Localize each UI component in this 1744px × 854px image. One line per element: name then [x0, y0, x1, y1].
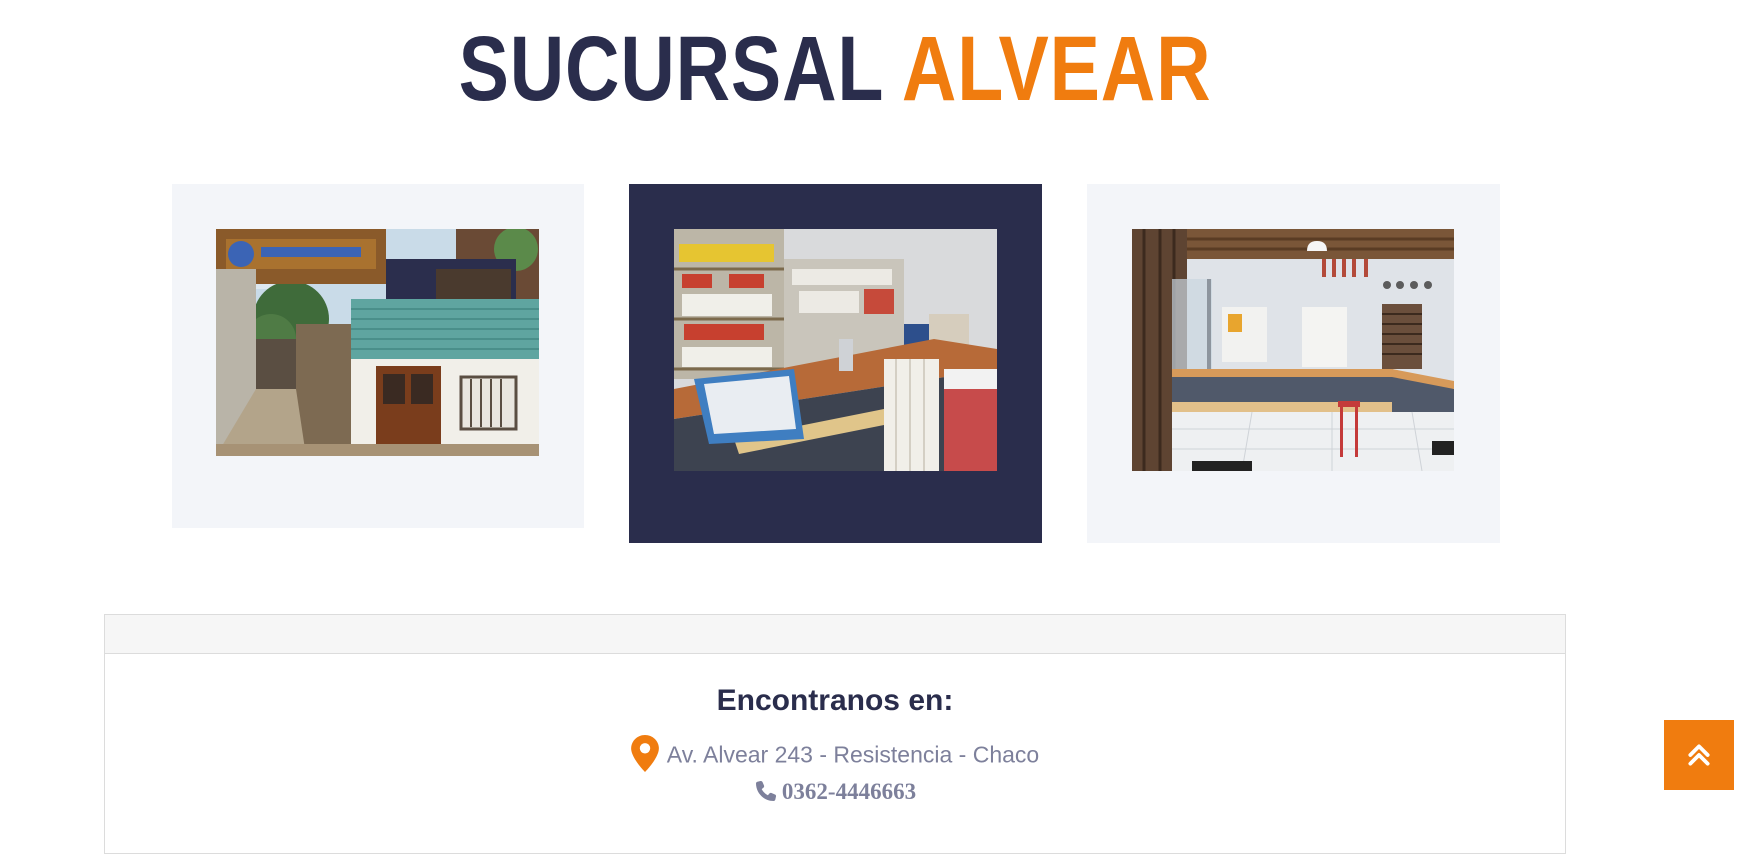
gallery-card-storefront[interactable] [172, 184, 584, 528]
counter-photo [674, 229, 997, 471]
phone-icon [754, 779, 778, 803]
map-pin-icon [630, 735, 659, 772]
address-text: Av. Alvear 243 - Resistencia - Chaco [666, 741, 1040, 768]
interior-photo [1132, 229, 1454, 471]
phone-number[interactable]: 0362-4446663 [782, 779, 916, 804]
find-us-heading: Encontranos en: [716, 684, 954, 717]
page-title-primary: SUCURSAL [458, 18, 883, 120]
storefront-photo [216, 229, 539, 456]
contact-panel: Encontranos en: Av. Alvear 243 - Resiste… [104, 614, 1566, 854]
address-line: Av. Alvear 243 - Resistencia - Chaco [105, 735, 1565, 775]
contact-panel-header [105, 615, 1565, 654]
page-title: SUCURSAL ALVEAR [150, 14, 1519, 124]
page-title-accent: ALVEAR [901, 18, 1212, 120]
scroll-to-top-button[interactable] [1664, 720, 1734, 790]
phone-line: 0362-4446663 [105, 778, 1565, 806]
gallery-card-interior[interactable] [1087, 184, 1500, 543]
gallery-card-counter[interactable] [629, 184, 1042, 543]
double-chevron-up-icon [1688, 744, 1710, 766]
